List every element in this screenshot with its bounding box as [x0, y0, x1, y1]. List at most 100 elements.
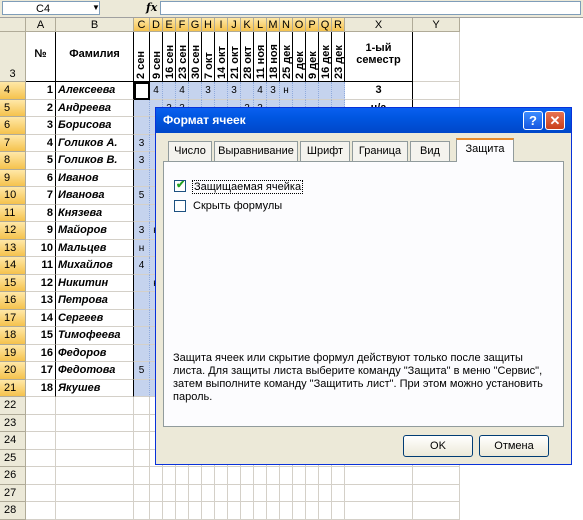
- grade-cell[interactable]: н: [134, 239, 150, 257]
- close-button[interactable]: ✕: [545, 111, 565, 130]
- row-number-cell[interactable]: 1: [26, 82, 56, 100]
- row-number-cell[interactable]: 14: [26, 309, 56, 327]
- empty-cell[interactable]: [134, 449, 150, 467]
- empty-cell[interactable]: [332, 502, 345, 520]
- empty-cell[interactable]: [413, 82, 460, 100]
- tab-font[interactable]: Шрифт: [300, 141, 350, 161]
- empty-cell[interactable]: [163, 467, 176, 485]
- empty-cell[interactable]: [345, 467, 413, 485]
- tab-view[interactable]: Вид: [410, 141, 450, 161]
- surname-cell[interactable]: Сергеев: [56, 309, 134, 327]
- tab-border[interactable]: Граница: [352, 141, 408, 161]
- empty-cell[interactable]: [228, 502, 241, 520]
- grade-cell[interactable]: [306, 82, 319, 100]
- empty-cell[interactable]: [413, 502, 460, 520]
- column-header[interactable]: Q: [319, 18, 332, 32]
- row-header[interactable]: 23: [0, 414, 26, 432]
- grade-cell[interactable]: [163, 82, 176, 100]
- row-header[interactable]: 14: [0, 257, 26, 275]
- empty-cell[interactable]: [215, 484, 228, 502]
- row-header[interactable]: 17: [0, 309, 26, 327]
- row-number-cell[interactable]: 4: [26, 134, 56, 152]
- empty-cell[interactable]: [56, 502, 134, 520]
- surname-cell[interactable]: Тимофеева: [56, 327, 134, 345]
- row-number-cell[interactable]: 13: [26, 292, 56, 310]
- empty-cell[interactable]: [150, 467, 163, 485]
- tab-protection[interactable]: Защита: [456, 138, 514, 162]
- empty-cell[interactable]: [241, 467, 254, 485]
- row-number-cell[interactable]: 10: [26, 239, 56, 257]
- column-header[interactable]: O: [293, 18, 306, 32]
- column-header[interactable]: F: [176, 18, 189, 32]
- column-header[interactable]: H: [202, 18, 215, 32]
- empty-cell[interactable]: [176, 502, 189, 520]
- row-header[interactable]: 9: [0, 169, 26, 187]
- help-button[interactable]: ?: [523, 111, 543, 130]
- empty-cell[interactable]: [26, 467, 56, 485]
- empty-cell[interactable]: [293, 467, 306, 485]
- empty-cell[interactable]: [26, 502, 56, 520]
- grade-cell[interactable]: 4: [254, 82, 267, 100]
- empty-cell[interactable]: [413, 467, 460, 485]
- grade-cell[interactable]: 3: [202, 82, 215, 100]
- empty-cell[interactable]: [56, 432, 134, 450]
- column-header[interactable]: D: [150, 18, 163, 32]
- empty-cell[interactable]: [228, 467, 241, 485]
- surname-cell[interactable]: Иванова: [56, 187, 134, 205]
- grade-cell[interactable]: [319, 82, 332, 100]
- empty-cell[interactable]: [134, 467, 150, 485]
- grade-cell[interactable]: 4: [176, 82, 189, 100]
- row-number-cell[interactable]: 16: [26, 344, 56, 362]
- surname-cell[interactable]: Майоров: [56, 222, 134, 240]
- empty-cell[interactable]: [332, 484, 345, 502]
- column-header[interactable]: J: [228, 18, 241, 32]
- empty-cell[interactable]: [56, 449, 134, 467]
- grade-cell[interactable]: [332, 82, 345, 100]
- column-header[interactable]: M: [267, 18, 280, 32]
- cancel-button[interactable]: Отмена: [479, 435, 549, 457]
- surname-cell[interactable]: Иванов: [56, 169, 134, 187]
- row-number-cell[interactable]: 2: [26, 99, 56, 117]
- row-number-cell[interactable]: 11: [26, 257, 56, 275]
- row-header[interactable]: 20: [0, 362, 26, 380]
- surname-cell[interactable]: Князева: [56, 204, 134, 222]
- empty-cell[interactable]: [280, 467, 293, 485]
- grade-cell[interactable]: н: [280, 82, 293, 100]
- select-all-corner[interactable]: [0, 18, 26, 32]
- empty-cell[interactable]: [176, 484, 189, 502]
- row-number-cell[interactable]: 6: [26, 169, 56, 187]
- row-header[interactable]: 26: [0, 467, 26, 485]
- empty-cell[interactable]: [134, 397, 150, 415]
- row-number-cell[interactable]: 12: [26, 274, 56, 292]
- grade-cell[interactable]: [134, 292, 150, 310]
- ok-button[interactable]: OK: [403, 435, 473, 457]
- column-header[interactable]: C: [134, 18, 150, 32]
- grade-cell[interactable]: 3: [228, 82, 241, 100]
- locked-checkbox[interactable]: ✔: [174, 179, 186, 192]
- empty-cell[interactable]: [56, 484, 134, 502]
- grade-cell[interactable]: 5: [134, 362, 150, 380]
- empty-cell[interactable]: [163, 484, 176, 502]
- grade-cell[interactable]: [134, 204, 150, 222]
- row-number-cell[interactable]: 8: [26, 204, 56, 222]
- column-header[interactable]: E: [163, 18, 176, 32]
- row-header[interactable]: 18: [0, 327, 26, 345]
- grade-cell[interactable]: [134, 117, 150, 135]
- grade-cell[interactable]: [215, 82, 228, 100]
- empty-cell[interactable]: [189, 467, 202, 485]
- empty-cell[interactable]: [134, 502, 150, 520]
- empty-cell[interactable]: [26, 432, 56, 450]
- empty-cell[interactable]: [56, 397, 134, 415]
- surname-cell[interactable]: Якушев: [56, 379, 134, 397]
- grade-cell[interactable]: [241, 82, 254, 100]
- row-header[interactable]: 13: [0, 239, 26, 257]
- surname-cell[interactable]: Алексеева: [56, 82, 134, 100]
- name-box-dropdown-icon[interactable]: ▼: [92, 3, 100, 12]
- surname-cell[interactable]: Федоров: [56, 344, 134, 362]
- empty-cell[interactable]: [215, 502, 228, 520]
- empty-cell[interactable]: [280, 502, 293, 520]
- empty-cell[interactable]: [332, 467, 345, 485]
- grade-cell[interactable]: [134, 379, 150, 397]
- surname-cell[interactable]: Михайлов: [56, 257, 134, 275]
- empty-cell[interactable]: [267, 502, 280, 520]
